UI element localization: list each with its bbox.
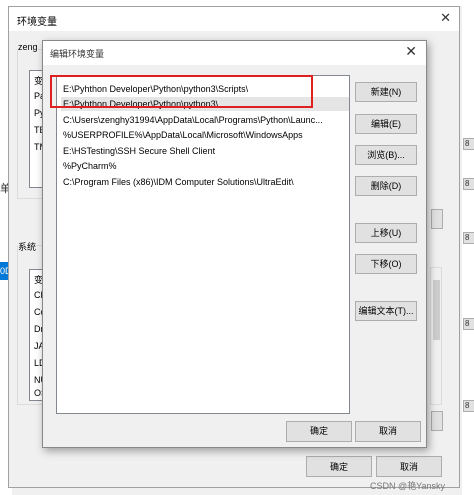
background-right-button: 8 bbox=[463, 318, 474, 330]
outer-ok-button[interactable]: 确定 bbox=[306, 456, 372, 477]
scrollbar-thumb[interactable] bbox=[433, 280, 440, 340]
inner-titlebar: 编辑环境变量 ✕ bbox=[43, 41, 426, 65]
inner-cancel-button[interactable]: 取消 bbox=[355, 421, 421, 442]
path-item[interactable]: C:\Program Files (x86)\IDM Computer Solu… bbox=[61, 175, 349, 189]
csdn-watermark: CSDN @艳Yansky bbox=[370, 481, 445, 491]
new-button[interactable]: 新建(N) bbox=[355, 82, 417, 102]
background-right-button: 8 bbox=[463, 400, 474, 412]
move-up-button[interactable]: 上移(U) bbox=[355, 223, 417, 243]
background-right-window: 8 8 8 8 8 bbox=[462, 0, 474, 495]
system-delete-button-stub[interactable] bbox=[431, 411, 443, 431]
system-variables-label: 系统 bbox=[18, 240, 37, 253]
path-item[interactable]: C:\Users\zenghy31994\AppData\Local\Progr… bbox=[61, 113, 349, 127]
path-item[interactable]: %USERPROFILE%\AppData\Local\Microsoft\Wi… bbox=[61, 128, 349, 142]
inner-close-icon[interactable]: ✕ bbox=[405, 43, 417, 60]
inner-ok-button[interactable]: 确定 bbox=[286, 421, 352, 442]
outer-cancel-button[interactable]: 取消 bbox=[376, 456, 442, 477]
user-delete-button-stub[interactable] bbox=[431, 209, 443, 229]
background-right-button: 8 bbox=[463, 178, 474, 190]
path-item[interactable]: %PyCharm% bbox=[61, 159, 349, 173]
browse-button[interactable]: 浏览(B)... bbox=[355, 145, 417, 165]
outer-dialog-title: 环境变量 bbox=[17, 17, 57, 28]
red-highlight-box bbox=[50, 75, 313, 108]
outer-titlebar: 环境变量 ✕ bbox=[9, 7, 459, 31]
outer-close-icon[interactable]: ✕ bbox=[440, 10, 451, 26]
background-right-button: 8 bbox=[463, 232, 474, 244]
path-list[interactable]: E:\Pyhthon Developer\Python\python3\Scri… bbox=[56, 75, 350, 414]
edit-button[interactable]: 编辑(E) bbox=[355, 114, 417, 134]
path-item[interactable]: E:\HSTesting\SSH Secure Shell Client bbox=[61, 144, 349, 158]
system-list-scrollbar[interactable] bbox=[430, 267, 442, 405]
user-variables-label: zeng bbox=[18, 42, 38, 52]
edit-text-button[interactable]: 编辑文本(T)... bbox=[355, 301, 417, 321]
delete-button[interactable]: 删除(D) bbox=[355, 176, 417, 196]
background-right-button: 8 bbox=[463, 138, 474, 150]
inner-dialog-title: 编辑环境变量 bbox=[50, 49, 105, 59]
move-down-button[interactable]: 下移(O) bbox=[355, 254, 417, 274]
